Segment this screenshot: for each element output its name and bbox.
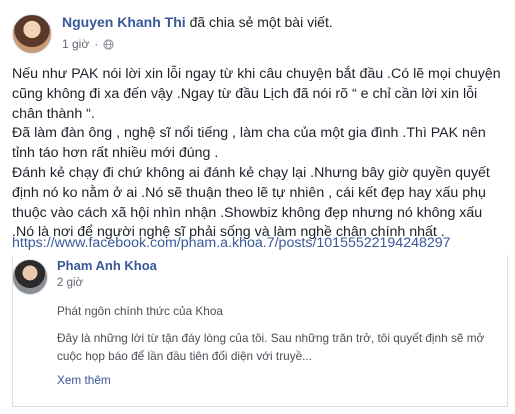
shared-post-line: Phát ngôn chính thức của Khoa	[57, 304, 223, 318]
shared-author-avatar[interactable]	[12, 259, 48, 295]
post-header: Nguyen Khanh Thi đã chia sẻ một bài viết…	[62, 13, 333, 31]
post-meta: 1 giờ ·	[62, 37, 114, 51]
author-name-link[interactable]: Nguyen Khanh Thi	[62, 14, 186, 30]
shared-post-text: Đây là những lời từ tận đáy lòng của tôi…	[57, 331, 485, 363]
shared-post-timestamp[interactable]: 2 giờ	[57, 277, 83, 289]
globe-icon[interactable]	[103, 38, 114, 50]
post-body: Nếu như PAK nói lời xin lỗi ngay từ khi …	[12, 65, 507, 243]
post-paragraph-1: Nếu như PAK nói lời xin lỗi ngay từ khi …	[12, 66, 501, 122]
author-avatar[interactable]	[12, 14, 52, 54]
post-timestamp[interactable]: 1 giờ	[62, 37, 89, 51]
post-paragraph-2: Đã làm đàn ông , nghệ sĩ nổi tiếng , làm…	[12, 125, 486, 162]
shared-author-name[interactable]: Pham Anh Khoa	[57, 258, 157, 273]
facebook-post: Nguyen Khanh Thi đã chia sẻ một bài viết…	[0, 0, 515, 414]
shared-post-link[interactable]: https://www.facebook.com/pham.a.khoa.7/p…	[12, 234, 451, 252]
author-action-text: đã chia sẻ một bài viết.	[189, 14, 333, 30]
meta-separator: ·	[94, 37, 99, 51]
see-more-link[interactable]: Xem thêm	[57, 373, 111, 387]
post-paragraph-3: Đánh kẻ chạy đi chứ không ai đánh kẻ chạ…	[12, 164, 490, 241]
